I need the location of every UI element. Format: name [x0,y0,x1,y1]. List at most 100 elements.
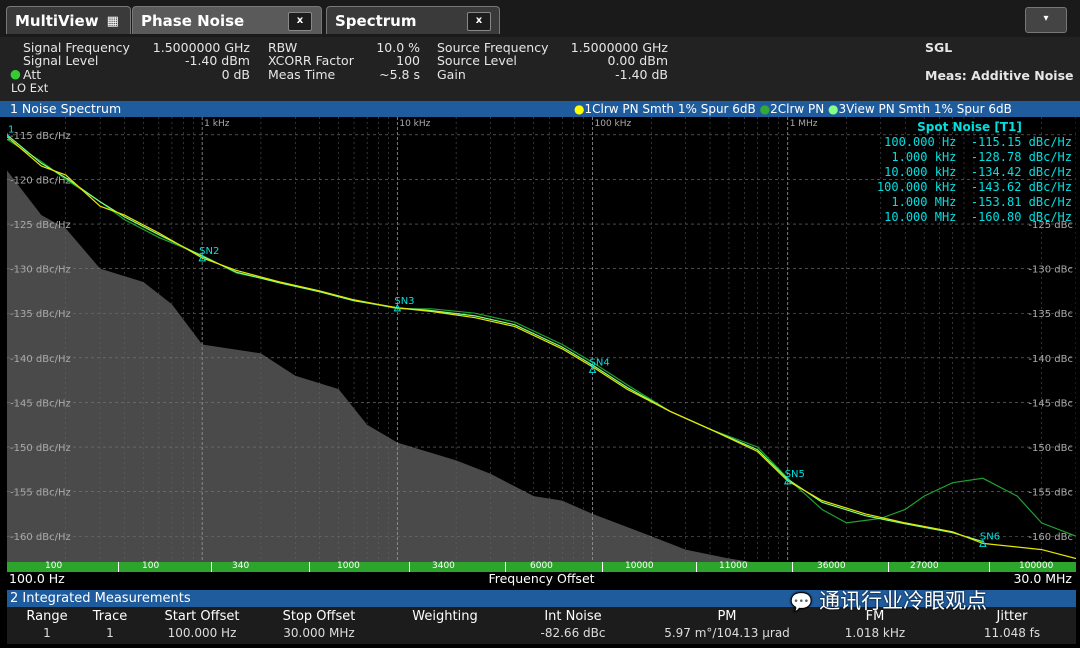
spot-noise-row: 10.000 MHz -160.80 dBc/Hz [867,210,1072,225]
meas-time-value: ~5.8 s [379,67,420,82]
right-y-tick-label: -130 dBc [1028,265,1073,276]
trace2-dot-icon: ● [759,102,771,116]
rbw-bar-label: 340 [232,561,250,571]
menu-button[interactable]: ▾ [1025,7,1067,33]
right-y-tick-label: -140 dBc [1028,354,1073,365]
marker-label: SN6 [980,531,1000,542]
y-tick-label: -125 dBc/Hz [10,220,71,231]
wechat-icon: 💬 [790,592,813,613]
att-label: Att [23,67,42,82]
y-tick-label: -155 dBc/Hz [10,488,71,499]
close-icon[interactable]: x [467,12,491,31]
spot-noise-row: 10.000 kHz -134.42 dBc/Hz [867,165,1072,180]
rbw-bar-divider [308,562,310,572]
signal-level-value: -1.40 dBm [184,53,250,68]
spot-noise-offset: 1.000 MHz [891,195,957,209]
rbw-bar-label: 100 [142,561,160,571]
y-tick-label: -140 dBc/Hz [10,354,71,365]
trace1-legend[interactable]: 1Clrw PN Smth 1% Spur 6dB [584,102,755,116]
spot-noise-offset: 10.000 kHz [884,165,957,179]
tab-multiview[interactable]: MultiView ▦ [6,6,131,34]
rbw-bar-label: 3400 [432,561,455,571]
y-tick-label: -115 dBc/Hz [10,131,71,142]
y-tick-label: -130 dBc/Hz [10,265,71,276]
measurement-value[interactable]: 5.97 m°/104.13 µrad [657,626,797,640]
spot-noise-title: Spot Noise [T1] [917,120,1022,134]
rbw-bar-divider [211,562,212,572]
rbw-bar-divider [696,562,697,572]
close-icon[interactable]: x [288,12,312,31]
lo-ext-label: LO Ext [11,81,49,95]
tab-bar: MultiView ▦ Phase Noise x Spectrum x ▾ [0,0,1080,37]
measurement-header: PM [717,609,737,624]
measurement-header: Start Offset [164,609,240,624]
trace3-dot-icon: ● [828,102,839,116]
meas-time-label: Meas Time [268,67,336,82]
spot-noise-row: 1.000 MHz -153.81 dBc/Hz [867,195,1072,210]
rbw-bar-label: 36000 [817,561,846,571]
rbw-bar-divider [117,562,119,572]
pane-title: 1 Noise Spectrum [10,101,122,116]
noise-spectrum-plot[interactable]: 1 kHz 10 kHz 100 kHz 1 MHz -115 dBc/Hz -120 d… [7,117,1076,563]
source-level-label: Source Level [437,53,517,68]
y-tick-label: -145 dBc/Hz [10,398,71,409]
x-axis-footer: 100.0 Hz Frequency Offset 30.0 MHz [7,572,1076,586]
rbw-bar-label: 1000 [337,561,360,571]
y-tick-label: -120 dBc/Hz [10,175,71,186]
rbw-bar-label: 100 [45,561,63,571]
signal-level-label: Signal Level [23,53,99,68]
spot-noise-value: -160.80 dBc/Hz [956,210,1072,224]
gain-value: -1.40 dB [615,67,668,82]
tab-spectrum[interactable]: Spectrum x [326,6,500,34]
x-tick-label: 1 kHz [204,119,230,129]
spot-noise-row: 100.000 kHz -143.62 dBc/Hz [867,180,1072,195]
rbw-bar-divider [792,562,793,572]
x-axis-label: Frequency Offset [488,571,595,586]
tab-phase-noise[interactable]: Phase Noise x [132,6,322,34]
measurement-header: Stop Offset [282,609,356,624]
rbw-bar-label: 100000 [1019,561,1054,571]
stop-frequency[interactable]: 30.0 MHz [1013,572,1072,586]
spot-noise-offset: 100.000 Hz [884,135,957,149]
y-tick-label: -160 dBc/Hz [10,532,71,543]
x-tick-label: 1 MHz [790,119,818,129]
right-y-tick-label: -135 dBc [1028,309,1073,320]
y-tick-label: -150 dBc/Hz [10,443,71,454]
measurement-value[interactable]: -82.66 dBc [503,626,643,640]
spot-noise-offset: 10.000 MHz [884,210,957,224]
tab-label: Spectrum [335,12,417,30]
settings-info-panel: Signal Frequency 1.5000000 GHz Signal Le… [0,37,1080,101]
trace1-dot-icon: ● [574,102,585,116]
xcorr-value: 100 [396,53,420,68]
spot-noise-value: -115.15 dBc/Hz [956,135,1072,149]
noise-spectrum-title-bar[interactable]: 1 Noise Spectrum ●1Clrw PN Smth 1% Spur … [0,101,1080,117]
rbw-bar-divider [601,562,603,572]
measurement-value[interactable]: 30.000 MHz [249,626,389,640]
spot-noise-value: -143.62 dBc/Hz [956,180,1072,194]
gain-label: Gain [437,67,466,82]
att-value: 0 dB [221,67,250,82]
rbw-bar-label: 27000 [910,561,939,571]
marker-label: SN5 [785,469,805,480]
sgl-badge: SGL [925,40,953,55]
marker-label: 1 [8,125,14,136]
measurement-value[interactable]: 11.048 fs [942,626,1080,640]
marker-label: SN3 [394,296,414,307]
right-y-tick-label: -155 dBc [1028,488,1073,499]
spot-noise-row: 100.000 Hz -115.15 dBc/Hz [867,135,1072,150]
marker-label: SN4 [590,357,610,368]
measurement-value[interactable]: 1.018 kHz [805,626,945,640]
marker-label: SN2 [199,246,219,257]
spot-noise-value: -128.78 dBc/Hz [956,150,1072,164]
tab-label: Phase Noise [141,12,245,30]
trace2-legend[interactable]: 2Clrw PN [770,102,824,116]
rbw-bar-label: 6000 [530,561,553,571]
right-y-tick-label: -145 dBc [1028,398,1073,409]
rbw-bar-divider [988,562,990,572]
rbw-bar-divider [887,562,889,572]
meas-mode: Meas: Additive Noise [925,68,1074,83]
spot-noise-offset: 100.000 kHz [876,180,957,194]
x-tick-label: 10 kHz [399,119,430,129]
trace3-legend[interactable]: 3View PN Smth 1% Spur 6dB [839,102,1012,116]
measurement-header: Weighting [412,609,478,624]
